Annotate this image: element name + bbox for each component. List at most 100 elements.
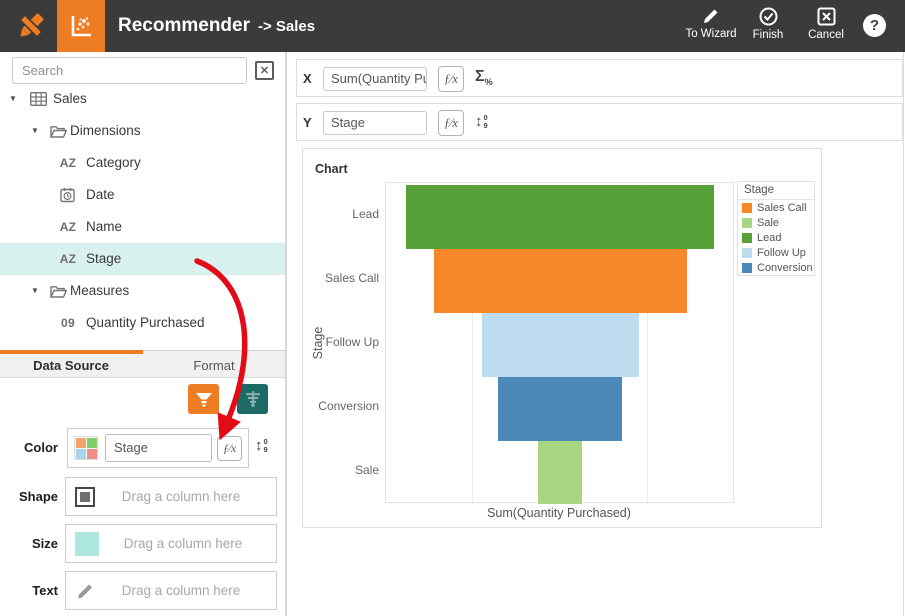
top-bar: Recommender -> Sales To Wizard Finish Ca… [0,0,905,52]
y-axis-title: Stage [311,283,327,403]
x-axis-row: X Sum(Quantity Purcha... ƒ⁄x Σ% [296,59,903,97]
color-field-input[interactable]: Stage [105,434,212,462]
tree-item-sales[interactable]: ▼ Sales [0,83,285,115]
shape-field-label: Shape [0,477,58,517]
main-right-border [903,52,904,616]
legend-item: Sales Call [738,200,814,215]
help-button[interactable]: ? [863,14,886,37]
y-axis-label: Y [303,104,312,142]
collapse-arrow-icon[interactable]: ▼ [31,275,39,307]
bar-sale[interactable] [538,441,582,504]
page-title: Recommender [118,15,250,37]
active-tab-indicator [0,350,143,354]
size-field-label: Size [0,524,58,564]
tree-item-quantity-purchased[interactable]: 09 Quantity Purchased [0,307,285,339]
sort-09-icon[interactable]: ↕09 [475,113,488,130]
legend-swatch [742,203,752,213]
shape-drop-placeholder: Drag a column here [95,489,267,504]
funnel-down-icon [195,392,213,407]
color-field-label: Color [0,428,58,468]
chart-type-tile[interactable] [57,0,105,52]
date-icon [58,186,78,204]
fx-icon[interactable]: ƒ⁄x [438,110,464,136]
tree-item-label: Dimensions [70,115,141,147]
tree-item-category[interactable]: AZ Category [0,147,285,179]
page-subtitle: -> Sales [258,18,315,35]
cancel-button[interactable]: Cancel [804,7,848,41]
x-axis-input[interactable]: Sum(Quantity Purcha... [323,67,427,91]
sigma-percent-icon[interactable]: Σ% [475,68,493,87]
bar-follow-up[interactable] [482,313,639,377]
breadcrumb: Recommender -> Sales [118,0,315,52]
text-field-label: Text [0,571,58,611]
tree-item-measures[interactable]: ▼ Measures [0,275,285,307]
filter-button[interactable] [188,384,219,414]
tree-item-name[interactable]: AZ Name [0,211,285,243]
tab-data-source[interactable]: Data Source [0,355,142,379]
pencil-icon [75,581,95,601]
bar-lead[interactable] [406,185,714,249]
legend-title: Stage [738,182,814,200]
y-tick-label: Lead [307,207,379,221]
collapse-arrow-icon[interactable]: ▼ [31,115,39,147]
shape-field[interactable]: Drag a column here [65,477,277,516]
fx-icon[interactable]: ƒ⁄x [438,66,464,92]
fx-icon[interactable]: ƒ⁄x [217,436,242,461]
bar-sales-call[interactable] [434,249,687,313]
text-field[interactable]: Drag a column here [65,571,277,610]
app-logo-icon [13,8,49,44]
folder-icon [48,122,68,140]
y-axis-input[interactable]: Stage [323,111,427,135]
sort-09-icon[interactable]: ↕09 [255,437,268,454]
tree-item-label: Name [86,211,122,243]
panel-tabs: Data Source Format [0,350,285,378]
pencil-icon [702,7,720,25]
az-text-icon: AZ [58,154,78,172]
search-input[interactable] [12,57,247,84]
az-text-icon: AZ [58,218,78,236]
chart-legend: Stage Sales Call Sale Lead Follow Up Con… [737,181,815,276]
funnel-layout-button[interactable] [237,384,268,414]
legend-swatch [742,248,752,258]
tree-item-label: Date [86,179,115,211]
tree-item-label: Category [86,147,141,179]
y-tick-label: Sale [307,463,379,477]
finish-button[interactable]: Finish [746,7,790,41]
bar-conversion[interactable] [498,377,622,441]
tree-item-label: Sales [53,83,87,115]
color-swatch-icon[interactable] [74,436,98,460]
color-field: Stage ƒ⁄x [67,428,249,468]
legend-item: Follow Up [738,245,814,260]
legend-item: Conversion [738,260,814,275]
field-tree: ▼ Sales ▼ Dimensions AZ Category [0,83,285,339]
tree-item-date[interactable]: Date [0,179,285,211]
close-box-icon [817,7,836,26]
to-wizard-button[interactable]: To Wizard [681,7,741,40]
size-field[interactable]: Drag a column here [65,524,277,563]
x-axis-title: Sum(Quantity Purchased) [439,506,679,520]
folder-icon [48,282,68,300]
tree-item-dimensions[interactable]: ▼ Dimensions [0,115,285,147]
shape-icon [75,487,95,507]
legend-swatch [742,233,752,243]
y-axis-row: Y Stage ƒ⁄x ↕09 [296,103,903,141]
text-drop-placeholder: Drag a column here [95,583,267,598]
legend-item: Sale [738,215,814,230]
az-text-icon: AZ [58,250,78,268]
table-icon [28,90,48,108]
size-swatch-icon [75,532,99,556]
clear-search-icon[interactable]: ✕ [255,61,274,80]
data-source-panel: ✕ ▼ Sales ▼ Dimensions AZ Category [0,52,287,616]
tree-item-label: Quantity Purchased [86,307,205,339]
app-window: Recommender -> Sales To Wizard Finish Ca… [0,0,905,616]
legend-swatch [742,218,752,228]
chart-panel: Chart Lead Sales Call Follow Up Conversi… [302,148,822,528]
x-axis-label: X [303,60,312,98]
funnel-plot-area [385,182,734,503]
tree-item-label: Stage [86,243,121,275]
chart-title: Chart [315,162,348,176]
tree-item-stage[interactable]: AZ Stage [0,243,285,275]
scatter-chart-icon [68,13,94,39]
tab-format[interactable]: Format [143,355,285,379]
collapse-arrow-icon[interactable]: ▼ [9,83,17,115]
